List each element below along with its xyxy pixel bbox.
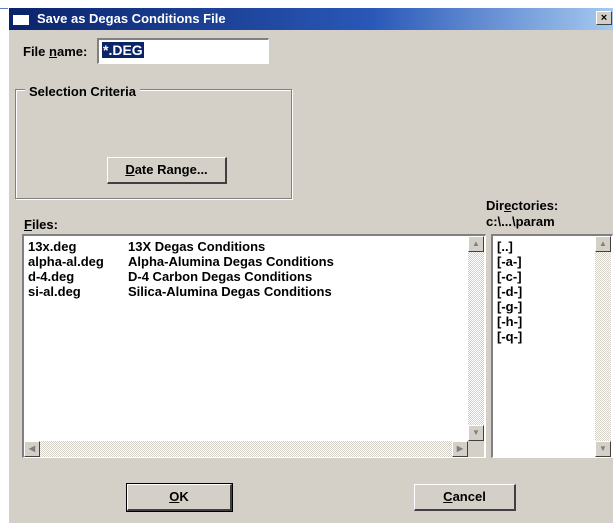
- files-label: Files:: [24, 217, 58, 232]
- directory-item[interactable]: [-g-]: [497, 299, 522, 314]
- directories-path: c:\...\param: [483, 214, 598, 230]
- ok-button[interactable]: OK: [126, 483, 233, 512]
- files-vertical-scrollbar[interactable]: [468, 236, 484, 441]
- window-icon: [13, 12, 29, 25]
- file-name: alpha-al.deg: [28, 254, 104, 269]
- filename-input[interactable]: *.DEG: [97, 38, 269, 64]
- files-list[interactable]: 13x.deg 13X Degas Conditions alpha-al.deg…: [22, 234, 486, 458]
- file-name: 13x.deg: [28, 239, 77, 254]
- file-description: Alpha-Alumina Degas Conditions: [128, 254, 334, 269]
- filename-label: File name:: [23, 44, 88, 59]
- scrollbar-corner: [468, 441, 484, 457]
- directories-list[interactable]: [..] [-a-] [-c-] [-d-] [-g-] [-h-] [-q-]…: [491, 234, 613, 458]
- directory-item[interactable]: [-a-]: [497, 254, 522, 269]
- file-name: si-al.deg: [28, 284, 81, 299]
- scroll-right-arrow-icon[interactable]: ▶: [452, 441, 468, 457]
- selection-criteria-title: Selection Criteria: [25, 84, 140, 99]
- directory-item[interactable]: [-d-]: [497, 284, 522, 299]
- cancel-button[interactable]: Cancel: [414, 484, 516, 511]
- directory-item[interactable]: [-c-]: [497, 269, 522, 284]
- directories-label: Directories:: [483, 198, 598, 214]
- files-horizontal-scrollbar[interactable]: [24, 441, 468, 457]
- scroll-down-arrow-icon[interactable]: ▼: [468, 425, 484, 441]
- scroll-up-arrow-icon[interactable]: ▲: [468, 236, 484, 252]
- scroll-down-arrow-icon[interactable]: ▼: [595, 441, 611, 457]
- file-description: D-4 Carbon Degas Conditions: [128, 269, 313, 284]
- file-description: Silica-Alumina Degas Conditions: [128, 284, 332, 299]
- directories-vertical-scrollbar[interactable]: [595, 236, 611, 457]
- directory-item[interactable]: [-h-]: [497, 314, 522, 329]
- directory-item[interactable]: [..]: [497, 239, 513, 254]
- title-bar: Save as Degas Conditions File ×: [9, 8, 613, 30]
- file-name: d-4.deg: [28, 269, 75, 284]
- scroll-up-arrow-icon[interactable]: ▲: [595, 236, 611, 252]
- file-description: 13X Degas Conditions: [128, 239, 266, 254]
- directory-item[interactable]: [-q-]: [497, 329, 522, 344]
- window-title: Save as Degas Conditions File: [37, 11, 226, 26]
- filename-value: *.DEG: [102, 42, 144, 58]
- date-range-button[interactable]: Date Range...: [107, 157, 227, 184]
- scroll-left-arrow-icon[interactable]: ◀: [24, 441, 40, 457]
- close-icon[interactable]: ×: [596, 11, 612, 25]
